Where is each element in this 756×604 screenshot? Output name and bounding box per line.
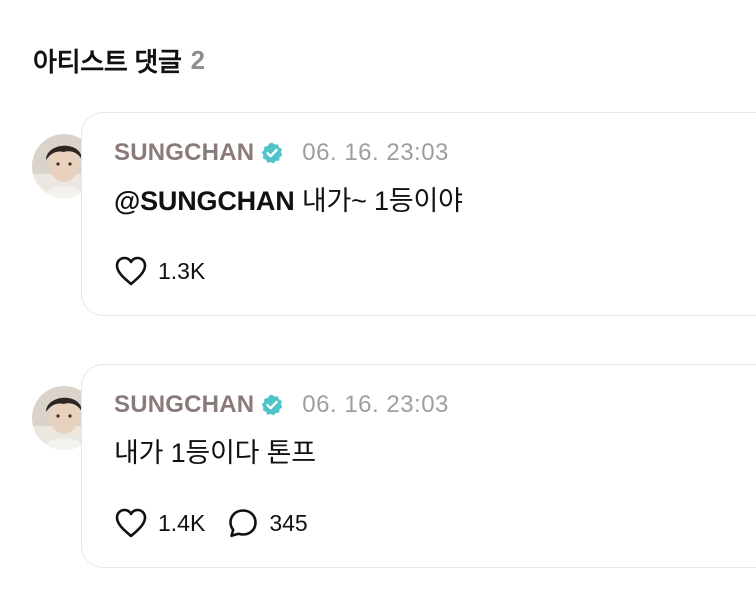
- author-name[interactable]: SUNGCHAN: [114, 391, 254, 419]
- comment-item: SUNGCHAN 06. 16. 23:03 @SUNGCHAN 내가~ 1등이…: [0, 112, 756, 317]
- comment-meta: SUNGCHAN 06. 16. 23:03: [114, 387, 449, 423]
- comment-actions: 1.4K 345: [114, 505, 330, 541]
- comment-meta: SUNGCHAN 06. 16. 23:03: [114, 135, 449, 171]
- section-header: 아티스트 댓글 2: [33, 38, 205, 82]
- author-name[interactable]: SUNGCHAN: [114, 139, 254, 167]
- comment-count: 2: [190, 44, 205, 75]
- mention-link[interactable]: @SUNGCHAN: [114, 186, 295, 216]
- comment-text: @SUNGCHAN 내가~ 1등이야: [114, 179, 463, 218]
- reply-count: 345: [269, 509, 308, 536]
- speech-bubble-icon: [227, 507, 259, 539]
- comment-body: 내가 1등이다 톤프: [114, 438, 316, 468]
- like-button[interactable]: 1.3K: [114, 255, 205, 287]
- comment-text: 내가 1등이다 톤프: [114, 431, 316, 470]
- verified-badge-icon: [260, 393, 284, 417]
- comment-timestamp: 06. 16. 23:03: [302, 139, 449, 166]
- like-button[interactable]: 1.4K: [114, 507, 205, 539]
- comment-timestamp: 06. 16. 23:03: [302, 391, 449, 418]
- heart-outline-icon: [114, 255, 148, 287]
- section-title: 아티스트 댓글: [33, 46, 182, 77]
- comment-card: SUNGCHAN 06. 16. 23:03 내가 1등이다 톤프 1.4K 3…: [81, 364, 756, 568]
- like-count: 1.4K: [158, 509, 206, 536]
- comment-card: SUNGCHAN 06. 16. 23:03 @SUNGCHAN 내가~ 1등이…: [81, 112, 756, 316]
- comment-item: SUNGCHAN 06. 16. 23:03 내가 1등이다 톤프 1.4K 3…: [0, 364, 756, 569]
- reply-button[interactable]: 345: [227, 507, 308, 539]
- heart-outline-icon: [114, 507, 148, 539]
- comment-body: 내가~ 1등이야: [294, 186, 463, 216]
- verified-badge-icon: [260, 141, 284, 165]
- like-count: 1.3K: [158, 257, 206, 284]
- comment-actions: 1.3K: [114, 253, 227, 289]
